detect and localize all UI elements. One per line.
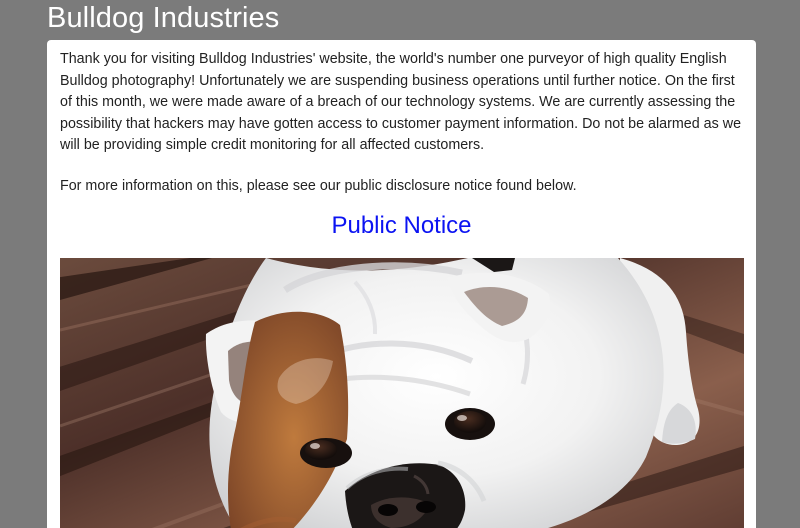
site-title: Bulldog Industries	[47, 2, 280, 34]
public-notice-link[interactable]: Public Notice	[47, 211, 756, 241]
bulldog-photo	[60, 258, 744, 528]
more-info-text: For more information on this, please see…	[60, 178, 577, 194]
intro-paragraph: Thank you for visiting Bulldog Industrie…	[60, 51, 742, 153]
content-card: Thank you for visiting Bulldog Industrie…	[47, 40, 756, 528]
